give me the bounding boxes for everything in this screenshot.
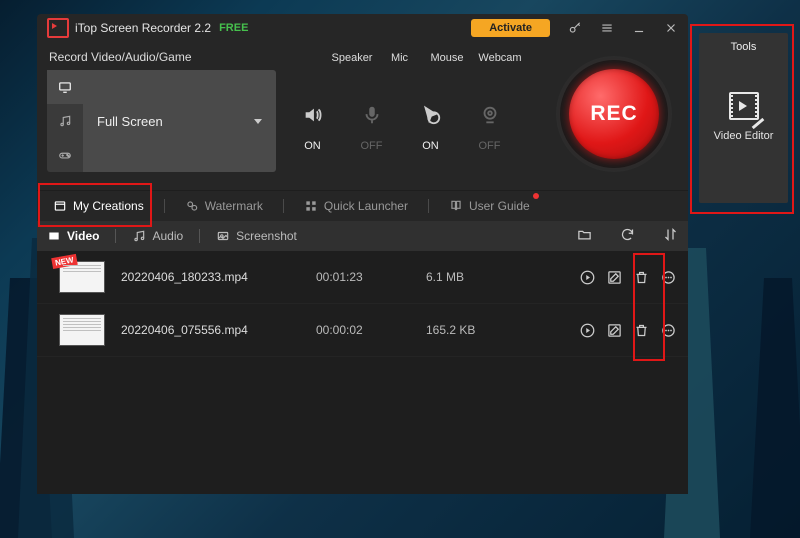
toggle-mic[interactable]: OFF: [349, 70, 394, 172]
file-row[interactable]: 20220406_075556.mp4 00:00:02 165.2 KB: [37, 304, 688, 357]
record-button-label: REC: [569, 69, 659, 159]
title-bar: iTop Screen Recorder 2.2 FREE Activate: [37, 14, 688, 42]
source-type-tabs: [47, 70, 83, 172]
notification-dot-icon: [533, 193, 539, 199]
nav-divider: [164, 199, 165, 213]
region-select[interactable]: Full Screen: [83, 70, 276, 172]
mouse-label: Mouse: [422, 52, 472, 64]
nav-my-creations-label: My Creations: [73, 199, 144, 213]
nav-my-creations[interactable]: My Creations: [47, 195, 150, 217]
video-editor-icon: [729, 92, 759, 120]
app-title: iTop Screen Recorder 2.2: [75, 21, 211, 35]
refresh-button[interactable]: [620, 227, 635, 245]
nav-watermark[interactable]: Watermark: [179, 195, 269, 217]
subtab-video[interactable]: Video: [47, 229, 99, 243]
file-name: 20220406_075556.mp4: [121, 323, 316, 337]
subtab-screenshot[interactable]: Screenshot: [216, 229, 297, 243]
subtab-screenshot-label: Screenshot: [236, 229, 297, 243]
record-button[interactable]: REC: [560, 60, 668, 168]
webcam-state: OFF: [479, 140, 501, 152]
play-button[interactable]: [580, 323, 595, 338]
more-button[interactable]: [661, 270, 676, 285]
app-window: iTop Screen Recorder 2.2 FREE Activate R…: [37, 14, 688, 494]
minimize-button[interactable]: [632, 21, 646, 35]
chevron-down-icon: [254, 119, 262, 124]
background-tree: [750, 278, 800, 538]
nav-quick-launcher-label: Quick Launcher: [324, 199, 408, 213]
webcam-icon: [479, 90, 501, 140]
record-options: Record Video/Audio/Game Speaker Mic Mous…: [37, 42, 688, 184]
nav-divider: [283, 199, 284, 213]
webcam-label: Webcam: [472, 52, 528, 64]
toggle-speaker[interactable]: ON: [290, 70, 335, 172]
activate-button[interactable]: Activate: [471, 19, 550, 37]
nav-divider: [428, 199, 429, 213]
delete-button[interactable]: [634, 270, 649, 285]
key-icon[interactable]: [568, 21, 582, 35]
file-duration: 00:00:02: [316, 323, 426, 337]
file-row[interactable]: NEW 20220406_180233.mp4 00:01:23 6.1 MB: [37, 251, 688, 304]
play-button[interactable]: [580, 270, 595, 285]
subtab-divider: [199, 229, 200, 243]
file-name: 20220406_180233.mp4: [121, 270, 316, 284]
subtab-audio-label: Audio: [152, 229, 183, 243]
source-game[interactable]: [47, 138, 83, 172]
tools-panel: Tools Video Editor: [699, 33, 788, 203]
tools-panel-title: Tools: [731, 41, 757, 53]
nav-user-guide[interactable]: User Guide: [443, 195, 536, 217]
nav-quick-launcher[interactable]: Quick Launcher: [298, 195, 414, 217]
mic-label: Mic: [377, 52, 422, 64]
file-size: 6.1 MB: [426, 270, 526, 284]
open-folder-button[interactable]: [577, 227, 592, 245]
mic-state: OFF: [361, 140, 383, 152]
video-editor-label: Video Editor: [714, 130, 774, 142]
cursor-icon: [420, 90, 442, 140]
edit-button[interactable]: [607, 270, 622, 285]
toggle-webcam[interactable]: OFF: [467, 70, 512, 172]
file-thumbnail: [59, 314, 105, 346]
edit-button[interactable]: [607, 323, 622, 338]
region-select-label: Full Screen: [97, 114, 163, 129]
free-badge: FREE: [219, 22, 248, 34]
menu-icon[interactable]: [600, 21, 614, 35]
speaker-icon: [302, 90, 324, 140]
file-thumbnail: NEW: [59, 261, 105, 293]
sort-button[interactable]: [663, 227, 678, 245]
app-logo-icon: [47, 18, 69, 38]
speaker-state: ON: [304, 140, 321, 152]
subtab-video-label: Video: [67, 229, 99, 243]
mic-icon: [361, 90, 383, 140]
file-list: NEW 20220406_180233.mp4 00:01:23 6.1 MB …: [37, 251, 688, 494]
source-screen[interactable]: [47, 70, 83, 104]
more-button[interactable]: [661, 323, 676, 338]
file-size: 165.2 KB: [426, 323, 526, 337]
creations-subtabs: Video Audio Screenshot: [37, 221, 688, 251]
nav-user-guide-label: User Guide: [469, 199, 530, 213]
file-duration: 00:01:23: [316, 270, 426, 284]
nav-watermark-label: Watermark: [205, 199, 263, 213]
source-audio[interactable]: [47, 104, 83, 138]
delete-button[interactable]: [634, 323, 649, 338]
subtab-divider: [115, 229, 116, 243]
subtab-audio[interactable]: Audio: [132, 229, 183, 243]
mouse-state: ON: [422, 140, 439, 152]
speaker-label: Speaker: [327, 52, 377, 64]
close-button[interactable]: [664, 21, 678, 35]
device-labels: Speaker Mic Mouse Webcam: [327, 52, 528, 64]
video-editor-tool[interactable]: Video Editor: [709, 65, 779, 169]
section-nav: My Creations Watermark Quick Launcher Us…: [37, 190, 688, 221]
toggle-mouse[interactable]: ON: [408, 70, 453, 172]
